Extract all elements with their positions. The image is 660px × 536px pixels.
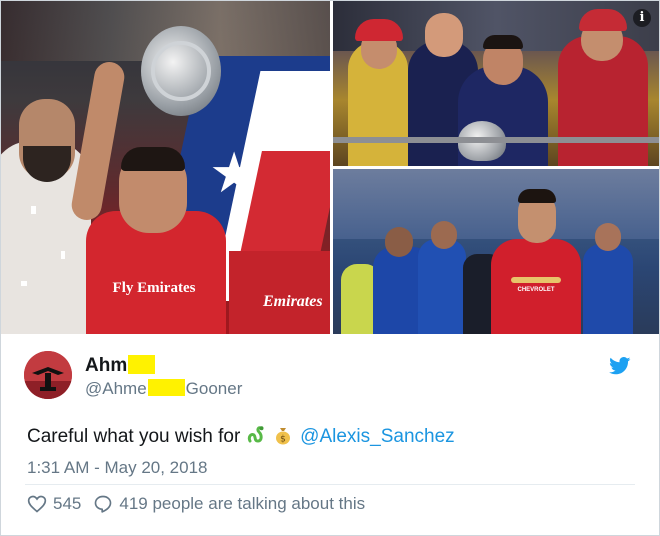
jersey-sponsor-text-chevrolet: CHEVROLET: [517, 287, 555, 293]
fans-photo[interactable]: i: [333, 1, 659, 166]
tweet-actions: 545 419 people are talking about this: [27, 494, 365, 514]
talking-count[interactable]: 419 people are talking about this: [119, 494, 365, 514]
likes-count[interactable]: 545: [53, 494, 81, 514]
twitter-bird-icon[interactable]: [609, 357, 631, 375]
handle-redaction: [147, 379, 185, 396]
author-handle-end: Gooner: [185, 379, 243, 398]
svg-text:$: $: [280, 435, 286, 445]
tweet-text-prefix: Careful what you wish for: [27, 426, 241, 447]
tweet-text: Careful what you wish for $ @Alexis_Sanc…: [27, 425, 455, 448]
author-name[interactable]: Ahm: [85, 355, 156, 377]
match-photo[interactable]: CHEVROLET: [333, 169, 659, 334]
author-name-text: Ahm: [85, 355, 128, 376]
jersey-sponsor-text: Fly Emirates: [112, 280, 196, 296]
info-icon[interactable]: i: [633, 9, 651, 27]
snake-emoji-icon: [247, 426, 264, 443]
celebration-photo[interactable]: ★ Fly Emirates Emirates: [1, 1, 330, 334]
divider: [25, 484, 635, 485]
mention-link[interactable]: @Alexis_Sanchez: [300, 426, 454, 447]
tweet-card: ★ Fly Emirates Emirates i CHEVROLET Ahm …: [0, 0, 660, 536]
avatar-image: [24, 351, 72, 399]
tweet-timestamp[interactable]: 1:31 AM - May 20, 2018: [27, 458, 208, 478]
heart-icon[interactable]: [27, 494, 47, 514]
avatar[interactable]: [24, 351, 72, 399]
money-bag-emoji-icon: $: [275, 428, 290, 445]
author-handle[interactable]: @Ahme Gooner: [85, 379, 242, 399]
tweet-media[interactable]: ★ Fly Emirates Emirates i CHEVROLET: [1, 1, 659, 334]
jersey-sponsor-text-secondary: Emirates: [263, 293, 323, 310]
author-handle-start: @Ahme: [85, 379, 147, 398]
reply-bubble-icon[interactable]: [93, 494, 113, 514]
name-redaction: [128, 355, 156, 374]
